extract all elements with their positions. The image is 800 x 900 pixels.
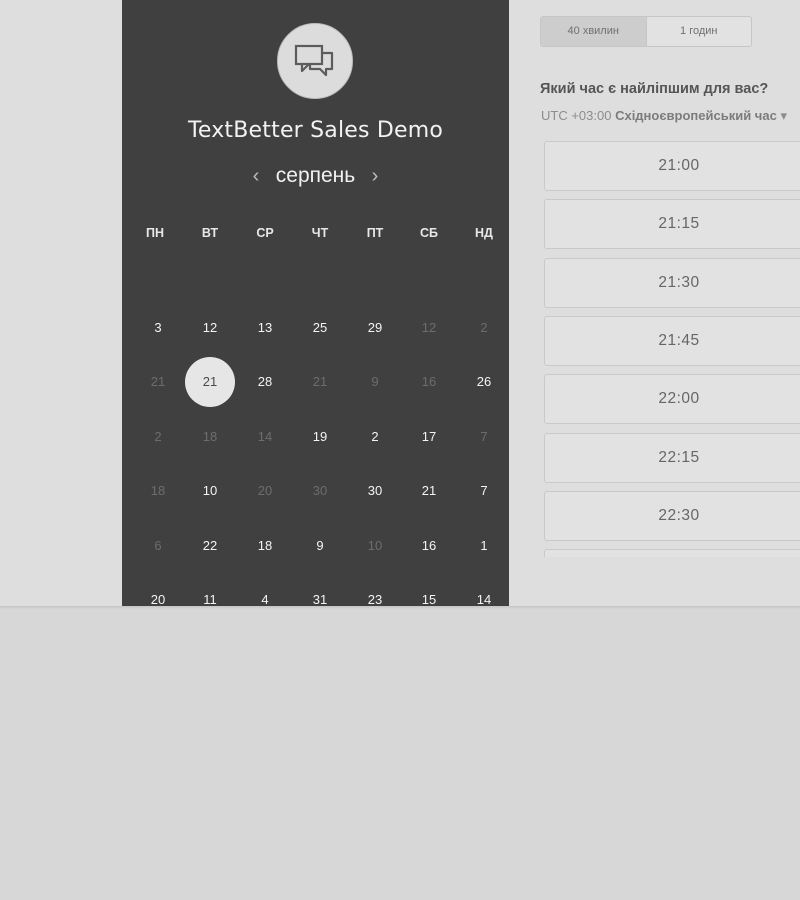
calendar-day[interactable]: 1 (459, 521, 509, 571)
calendar-day[interactable]: 18 (240, 521, 290, 571)
time-question: Який час є найліпшим для вас? (540, 81, 769, 97)
weekday-label: ЧТ (311, 226, 329, 240)
calendar-day[interactable]: 2 (350, 412, 400, 462)
calendar-day[interactable]: 14 (459, 575, 509, 607)
time-slot-button[interactable]: 21:30 (544, 257, 800, 308)
timezone-selector[interactable]: UTC +03:00 Східноєвропейський час ▾ (541, 108, 787, 124)
duration-selector: 40 хвилин 1 годин (540, 16, 752, 47)
calendar-day[interactable]: 20 (133, 575, 183, 607)
chat-bubbles-icon-svg (294, 44, 334, 77)
time-slot-button[interactable]: 22:00 (544, 374, 800, 425)
time-slot-button[interactable]: 21:15 (544, 199, 800, 250)
weekday-label: СР (256, 226, 274, 240)
calendar-day: 6 (154, 537, 162, 553)
calendar-day[interactable]: 26 (459, 357, 509, 407)
time-slot-button[interactable]: 22:30 (544, 490, 800, 541)
calendar-day[interactable]: 29 (350, 303, 400, 353)
calendar-day[interactable]: 3 (133, 303, 183, 353)
weekday-label: ПТ (366, 226, 384, 240)
calendar-day: 20 (257, 483, 273, 499)
calendar-day: 16 (421, 374, 437, 390)
chat-bubbles-icon (277, 23, 353, 99)
time-slot-button[interactable]: 22:15 (544, 432, 800, 483)
calendar-day: 9 (371, 374, 379, 390)
calendar-day: 10 (367, 537, 383, 553)
calendar-day[interactable]: 15 (404, 575, 454, 607)
calendar-day[interactable]: 22 (185, 521, 235, 571)
calendar-day[interactable]: 21 (404, 466, 454, 516)
calendar-day: 21 (150, 374, 166, 390)
timezone-offset: UTC +03:00 (541, 108, 612, 123)
duration-option[interactable]: 1 годин (647, 17, 752, 46)
weekday-label: НД (475, 226, 493, 240)
calendar-day[interactable]: 16 (404, 521, 454, 571)
booking-widget: TextBetter Sales Demo ‹ серпень › ПН ВТ СР… (0, 0, 800, 608)
month-label: серпень (275, 164, 356, 187)
duration-option[interactable]: 40 хвилин (541, 17, 647, 46)
calendar-day: 30 (312, 483, 328, 499)
calendar-day: 18 (202, 428, 218, 444)
calendar-day: 2 (154, 428, 162, 444)
time-slot-button[interactable]: 21:45 (544, 315, 800, 366)
calendar-day[interactable]: 7 (459, 466, 509, 516)
calendar-day[interactable]: 23 (350, 575, 400, 607)
calendar-day[interactable]: 10 (185, 466, 235, 516)
calendar-day[interactable]: 17 (404, 412, 454, 462)
time-slot-button[interactable]: 21:00 (544, 141, 800, 191)
widget-shadow (0, 606, 800, 609)
calendar-day: 14 (257, 428, 273, 444)
event-title: TextBetter Sales Demo (187, 118, 444, 143)
calendar-day[interactable]: 30 (350, 466, 400, 516)
calendar-day[interactable]: 19 (295, 412, 345, 462)
time-slot-list: 21:00 21:15 21:30 21:45 22:00 22:15 22:30 (544, 141, 800, 557)
calendar-panel: TextBetter Sales Demo ‹ серпень › ПН ВТ СР… (122, 0, 509, 607)
calendar-day: 7 (480, 428, 488, 444)
timezone-name: Східноєвропейський час (615, 108, 777, 123)
calendar-day[interactable]: 12 (185, 303, 235, 353)
calendar-day[interactable]: 4 (240, 575, 290, 607)
calendar-day: 2 (480, 320, 488, 335)
chevron-left-icon[interactable]: ‹ (243, 165, 270, 188)
calendar-day[interactable]: 28 (240, 357, 290, 407)
time-slot-button[interactable] (544, 549, 800, 557)
calendar-day: 12 (421, 320, 437, 335)
calendar-day[interactable]: 11 (185, 575, 235, 607)
calendar-day[interactable]: 25 (295, 303, 345, 353)
weekday-label: ВТ (201, 226, 219, 240)
calendar-day[interactable]: 9 (295, 521, 345, 571)
weekday-label: ПН (145, 226, 164, 240)
weekday-label: СБ (419, 226, 438, 240)
calendar-day: 21 (312, 374, 328, 390)
calendar-day: 18 (150, 483, 166, 499)
selected-day[interactable]: 21 (185, 357, 235, 408)
month-navigation: ‹ серпень › (122, 164, 509, 192)
chevron-right-icon[interactable]: › (362, 165, 389, 188)
weekday-header: ПН ВТ СР ЧТ ПТ СБ НД (122, 226, 509, 242)
calendar-day[interactable]: 13 (240, 303, 290, 353)
calendar-day[interactable]: 31 (295, 575, 345, 607)
chevron-down-icon: ▾ (780, 108, 787, 123)
